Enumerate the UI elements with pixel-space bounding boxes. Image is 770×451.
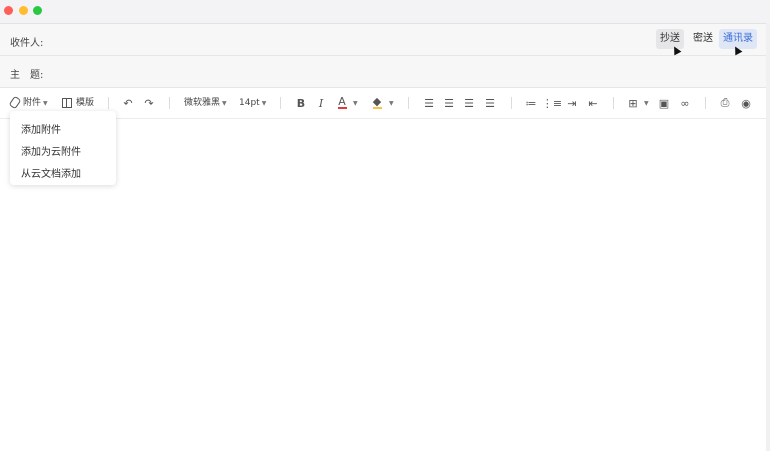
attachment-label: 附件: [23, 98, 42, 108]
subject-label: 主 题:: [10, 70, 44, 81]
toolbar-divider: [705, 97, 706, 109]
close-window-button[interactable]: [4, 6, 13, 15]
highlight-icon[interactable]: ◆: [370, 96, 384, 110]
toolbar-divider: [511, 97, 512, 109]
font-color-icon[interactable]: A: [335, 96, 349, 110]
toolbar-divider: [169, 97, 170, 109]
chevron-down-icon: ▼: [222, 100, 227, 107]
toolbar-divider: [280, 97, 281, 109]
redo-icon[interactable]: ↷: [142, 96, 156, 110]
template-icon: [62, 97, 72, 108]
align-right-icon[interactable]: ☰: [462, 96, 476, 110]
highlight-dropdown[interactable]: ▼: [387, 96, 394, 110]
subject-row: 主 题:: [0, 56, 770, 88]
recipient-label: 收件人:: [10, 38, 44, 49]
chevron-down-icon: ▼: [261, 100, 267, 107]
minimize-window-button[interactable]: [19, 6, 28, 15]
paperclip-icon: [8, 95, 22, 110]
indent-icon[interactable]: ⇥: [565, 96, 579, 110]
justify-icon[interactable]: ☰: [483, 96, 497, 110]
print-icon[interactable]: ⎙: [718, 96, 732, 110]
align-center-icon[interactable]: ☰: [442, 96, 456, 110]
cc-button[interactable]: 抄送: [656, 29, 684, 49]
align-left-icon[interactable]: ☰: [422, 96, 436, 110]
chevron-down-icon: ▼: [644, 100, 649, 107]
image-icon[interactable]: ▣: [657, 96, 671, 110]
template-button[interactable]: 模版: [62, 96, 94, 110]
menu-item-add-from-cloud-docs[interactable]: 从云文档添加: [21, 165, 81, 180]
scrollbar[interactable]: [766, 23, 770, 451]
font-family-select[interactable]: 微软雅黑 ▼: [184, 96, 227, 110]
attachment-dropdown[interactable]: 附件 ▼: [8, 95, 48, 110]
font-size-value: 14pt: [239, 98, 260, 108]
toolbar-divider: [613, 97, 614, 109]
table-dropdown[interactable]: ▼: [642, 96, 649, 110]
undo-icon[interactable]: ↶: [121, 96, 135, 110]
recipient-input[interactable]: [52, 29, 636, 51]
subject-input[interactable]: [52, 61, 756, 83]
chevron-down-icon: ▼: [389, 100, 394, 107]
chevron-down-icon: ▼: [353, 100, 358, 107]
template-label: 模版: [76, 98, 95, 108]
recipient-row: 收件人: 抄送 密送 通讯录: [0, 24, 770, 56]
preview-icon[interactable]: ◉: [739, 96, 753, 110]
numbered-list-icon[interactable]: ⋮≡: [542, 96, 562, 110]
menu-item-add-attachment[interactable]: 添加附件: [21, 121, 61, 136]
italic-icon[interactable]: I: [314, 96, 328, 110]
outdent-icon[interactable]: ⇤: [586, 96, 600, 110]
chevron-down-icon: ▼: [43, 100, 48, 107]
toolbar-divider: [108, 97, 109, 109]
window-titlebar: [0, 0, 770, 24]
toolbar-divider: [408, 97, 409, 109]
attachment-menu: 添加附件 添加为云附件 从云文档添加: [10, 111, 116, 185]
maximize-window-button[interactable]: [33, 6, 42, 15]
font-family-value: 微软雅黑: [184, 98, 221, 108]
link-icon[interactable]: ∞: [678, 96, 692, 110]
font-size-select[interactable]: 14pt ▼: [239, 96, 266, 110]
bcc-button[interactable]: 密送: [689, 29, 717, 49]
bullet-list-icon[interactable]: ≔: [524, 96, 538, 110]
table-icon[interactable]: ⊞: [626, 96, 640, 110]
font-color-dropdown[interactable]: ▼: [351, 96, 358, 110]
bold-icon[interactable]: B: [294, 96, 308, 110]
menu-item-add-cloud-attachment[interactable]: 添加为云附件: [21, 143, 81, 158]
